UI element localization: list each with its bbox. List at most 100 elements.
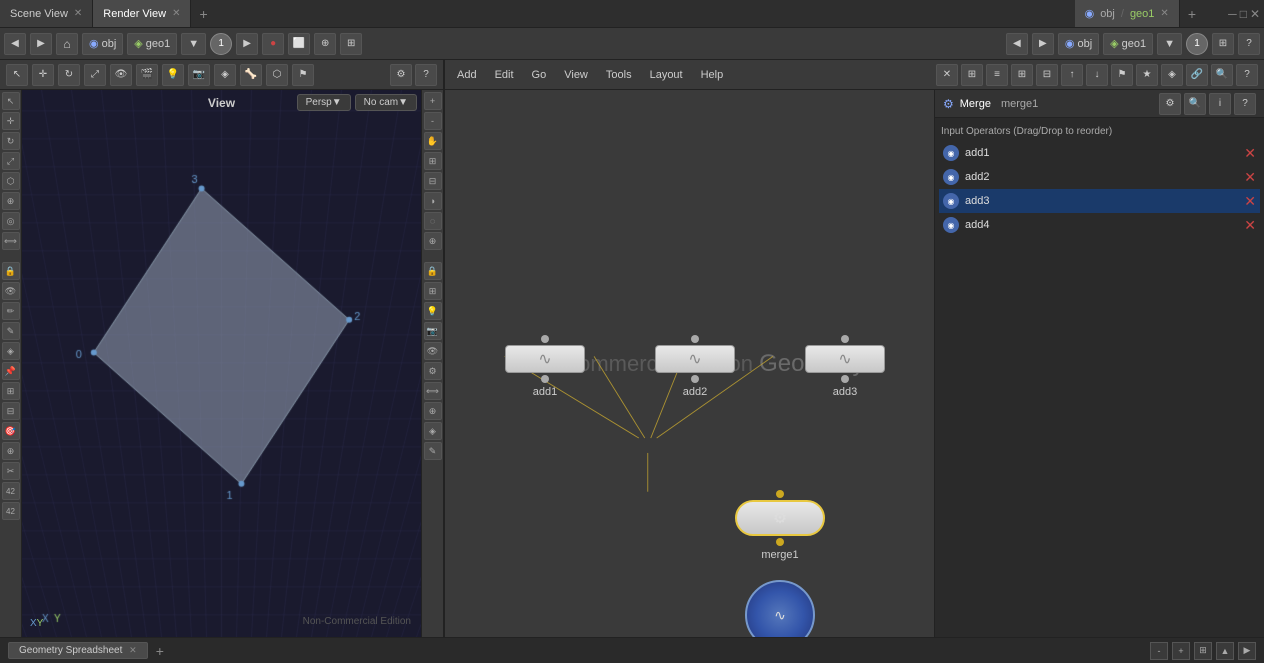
node-icon2[interactable]: ◈ (1161, 64, 1183, 86)
tab-obj-geo[interactable]: ◉ obj / geo1 ✕ (1075, 0, 1180, 27)
back-btn-right[interactable]: ◀ (1006, 33, 1028, 55)
link-icon[interactable]: 🔗 (1186, 64, 1208, 86)
zoom-fit-right[interactable]: ⊞ (1212, 33, 1234, 55)
obj-btn-left[interactable]: ◉ obj (82, 33, 123, 55)
fit-icon[interactable]: ⊞ (424, 152, 442, 170)
flip-icon[interactable]: ⟺ (424, 382, 442, 400)
back-btn[interactable]: ◀ (4, 33, 26, 55)
node-add2[interactable]: ∿ add2 (655, 335, 735, 398)
zoom-out-icon[interactable]: - (424, 112, 442, 130)
input-row-add3[interactable]: ◉ add3 ✕ (939, 189, 1260, 213)
net-icon[interactable]: ⊞ (2, 382, 20, 400)
params-settings-icon[interactable]: ⚙ (1159, 93, 1181, 115)
tab-render-view[interactable]: Render View ✕ (93, 0, 191, 27)
node-add5[interactable]: ∿ add5 (745, 580, 815, 637)
params-info-icon[interactable]: i (1209, 93, 1231, 115)
geo-btn-left[interactable]: ◈ geo1 (127, 33, 177, 55)
num42b-icon[interactable]: 42 (2, 502, 20, 520)
paint-icon[interactable]: ✏ (2, 302, 20, 320)
snap-icon[interactable]: ⊕ (2, 192, 20, 210)
zoom-in-icon[interactable]: + (424, 92, 442, 110)
node-add3[interactable]: ∿ add3 (805, 335, 885, 398)
persp-btn[interactable]: Persp▼ (297, 94, 351, 111)
params-help-icon[interactable]: ? (1234, 93, 1256, 115)
input-del-add3[interactable]: ✕ (1244, 193, 1256, 210)
handle-tool[interactable]: ⬡ (266, 64, 288, 86)
input-del-add2[interactable]: ✕ (1244, 169, 1256, 186)
bottom-tab-add[interactable]: + (156, 643, 164, 659)
node-canvas[interactable]: Non-Commercial Edition Geometry ∿ (445, 90, 934, 637)
pan-icon[interactable]: ✋ (424, 132, 442, 150)
move-icon[interactable]: ✛ (2, 112, 20, 130)
select-icon[interactable]: ↖ (2, 92, 20, 110)
bottom-zoom-in[interactable]: + (1172, 642, 1190, 660)
scale-icon[interactable]: ⤢ (2, 152, 20, 170)
input-row-add2[interactable]: ◉ add2 ✕ (939, 165, 1260, 189)
view2-icon[interactable]: 👁 (424, 342, 442, 360)
pose-icon[interactable]: 🎯 (2, 422, 20, 440)
nocam-btn[interactable]: No cam▼ (355, 94, 417, 111)
rotate-icon[interactable]: ↻ (2, 132, 20, 150)
help2-icon[interactable]: ? (1236, 64, 1258, 86)
menu-layout[interactable]: Layout (644, 67, 689, 83)
input-del-add4[interactable]: ✕ (1244, 217, 1256, 234)
tool-help[interactable]: ? (415, 64, 437, 86)
tab-close-scene[interactable]: ✕ (74, 8, 82, 19)
align-icon[interactable]: ⊟ (2, 402, 20, 420)
tool-settings[interactable]: ⚙ (390, 64, 412, 86)
poly-icon[interactable]: ⬡ (2, 172, 20, 190)
tab-close-render[interactable]: ✕ (172, 8, 180, 19)
knife-icon[interactable]: ✂ (2, 462, 20, 480)
menu-edit[interactable]: Edit (489, 67, 520, 83)
mark-icon[interactable]: ✎ (2, 322, 20, 340)
frame-btn[interactable]: ⬜ (288, 33, 310, 55)
window-maximize[interactable]: □ (1240, 7, 1247, 21)
view-tool[interactable]: 👁 (110, 64, 132, 86)
forward-btn[interactable]: ▶ (30, 33, 52, 55)
help-icon-right[interactable]: ? (1238, 33, 1260, 55)
bottom-zoom-out[interactable]: - (1150, 642, 1168, 660)
sel-icon2[interactable]: ◈ (2, 342, 20, 360)
light-icon[interactable]: 💡 (424, 302, 442, 320)
tab-add-right[interactable]: + (1180, 6, 1204, 22)
list-icon[interactable]: ≡ (986, 64, 1008, 86)
tab-close-geo[interactable]: ✕ (1160, 8, 1168, 19)
obj2-icon[interactable]: ◈ (424, 422, 442, 440)
transform-tool[interactable]: ✛ (32, 64, 54, 86)
lights-tool[interactable]: 💡 (162, 64, 184, 86)
cam2-icon[interactable]: 📷 (424, 322, 442, 340)
menu-help[interactable]: Help (695, 67, 730, 83)
play-btn[interactable]: ▶ (236, 33, 258, 55)
render2-icon[interactable]: ⚙ (424, 362, 442, 380)
pin-icon[interactable]: 📌 (2, 362, 20, 380)
grid2-icon[interactable]: ⊟ (1036, 64, 1058, 86)
bone-tool[interactable]: 🦴 (240, 64, 262, 86)
params-search-icon[interactable]: 🔍 (1184, 93, 1206, 115)
display-btn[interactable]: ⊞ (340, 33, 362, 55)
geo-tool[interactable]: ◈ (214, 64, 236, 86)
pick-icon[interactable]: ✎ (424, 442, 442, 460)
path-dropdown-right[interactable]: ▼ (1157, 33, 1182, 55)
bottom-tab-close[interactable]: ✕ (129, 645, 137, 655)
bottom-tab-spreadsheet[interactable]: Geometry Spreadsheet ✕ (8, 642, 148, 659)
window-minimize[interactable]: ─ (1228, 7, 1237, 21)
tab-scene-view[interactable]: Scene View ✕ (0, 0, 93, 27)
import-icon[interactable]: ↓ (1086, 64, 1108, 86)
bottom-up[interactable]: ▲ (1216, 642, 1234, 660)
snap2-icon[interactable]: ⊕ (424, 402, 442, 420)
viewport-3d[interactable]: View Persp▼ No cam▼ Non-Commercial Editi… (22, 90, 421, 637)
sym-icon[interactable]: ⟺ (2, 232, 20, 250)
menu-go[interactable]: Go (526, 67, 553, 83)
window-close[interactable]: ✕ (1250, 7, 1260, 21)
obj-btn-right[interactable]: ◉ obj (1058, 33, 1099, 55)
num42-icon[interactable]: 42 (2, 482, 20, 500)
menu-tools[interactable]: Tools (600, 67, 638, 83)
r-lock-icon[interactable]: 🔒 (424, 262, 442, 280)
export-icon[interactable]: ↑ (1061, 64, 1083, 86)
disp-icon[interactable]: ⊕ (424, 232, 442, 250)
cam-tool[interactable]: 📷 (188, 64, 210, 86)
path-dropdown-left[interactable]: ▼ (181, 33, 206, 55)
soft-icon[interactable]: ◎ (2, 212, 20, 230)
input-row-add4[interactable]: ◉ add4 ✕ (939, 213, 1260, 237)
snap-btn[interactable]: ⊕ (314, 33, 336, 55)
